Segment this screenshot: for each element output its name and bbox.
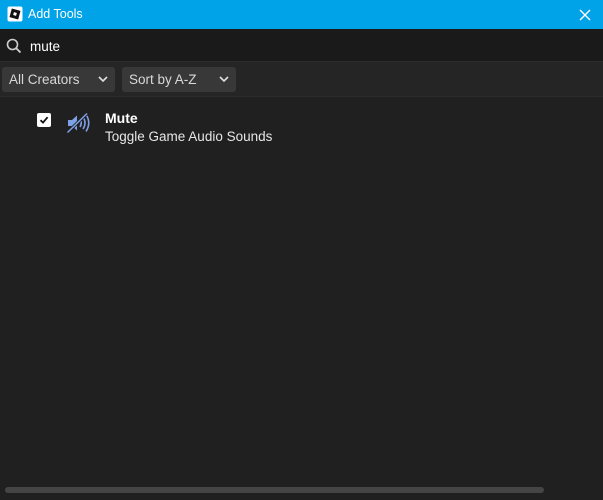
search-input[interactable] [30,35,590,57]
tool-name: Mute [105,110,138,126]
chevron-down-icon [219,76,229,83]
tool-checkbox[interactable] [37,113,51,127]
creators-dropdown-label: All Creators [9,72,80,87]
roblox-studio-icon [7,6,23,22]
speaker-muted-icon [66,112,92,134]
sort-dropdown-label: Sort by A-Z [129,72,197,87]
close-button[interactable] [567,0,603,29]
tool-description: Toggle Game Audio Sounds [105,129,273,144]
sort-dropdown[interactable]: Sort by A-Z [122,67,236,92]
search-bar [0,29,603,62]
horizontal-scrollbar[interactable] [5,487,544,493]
window-title: Add Tools [28,7,83,21]
add-tools-window: Add Tools All Creators Sort by A-Z [0,0,603,500]
chevron-down-icon [98,76,108,83]
title-bar: Add Tools [0,0,603,29]
filter-bar: All Creators Sort by A-Z [0,62,603,96]
tool-list: Mute Toggle Game Audio Sounds [0,96,603,500]
tool-item-mute[interactable]: Mute Toggle Game Audio Sounds [0,105,603,151]
search-icon [6,38,22,54]
close-icon [579,9,591,20]
checkmark-icon [39,116,49,124]
creators-dropdown[interactable]: All Creators [2,67,115,92]
